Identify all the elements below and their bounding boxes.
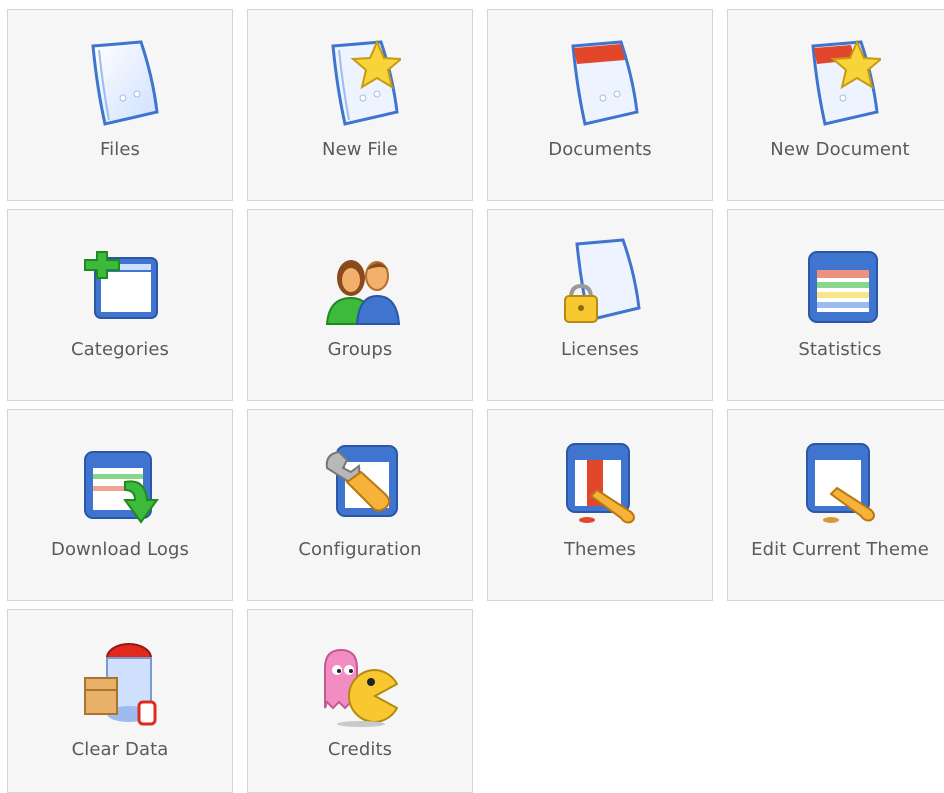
configuration-tile[interactable]: Configuration [247, 409, 473, 601]
documents-tile[interactable]: Documents [487, 9, 713, 201]
tile-label: New Document [770, 139, 910, 160]
tile-label: Themes [563, 539, 637, 560]
licenses-tile[interactable]: Licenses [487, 209, 713, 401]
tile-label: Files [100, 139, 140, 160]
statistics-tile[interactable]: Statistics [727, 209, 944, 401]
edit-theme-icon [801, 438, 881, 528]
new-file-icon [321, 38, 401, 128]
tile-label: Edit Current Theme [751, 539, 929, 560]
credits-tile[interactable]: Credits [247, 609, 473, 793]
new-file-tile[interactable]: New File [247, 9, 473, 201]
tile-label: Statistics [798, 339, 882, 360]
tile-label: Download Logs [50, 539, 190, 560]
statistics-icon [801, 238, 881, 328]
download-logs-icon [81, 438, 161, 528]
new-document-tile[interactable]: New Document [727, 9, 944, 201]
themes-tile[interactable]: Themes [487, 409, 713, 601]
license-icon [561, 238, 641, 328]
tile-label: Licenses [560, 339, 640, 360]
themes-icon [561, 438, 641, 528]
clear-data-icon [81, 638, 161, 728]
tile-label: New File [322, 139, 398, 160]
categories-tile[interactable]: Categories [7, 209, 233, 401]
tile-label: Documents [548, 139, 652, 160]
configuration-icon [321, 438, 401, 528]
file-icon [81, 38, 161, 128]
edit-current-theme-tile[interactable]: Edit Current Theme [727, 409, 944, 601]
credits-icon [321, 638, 401, 728]
control-panel-grid: Files New File Documents New Document Ca… [0, 0, 944, 793]
clear-data-tile[interactable]: Clear Data [7, 609, 233, 793]
tile-label: Categories [70, 339, 170, 360]
tile-label: Configuration [298, 539, 422, 560]
download-logs-tile[interactable]: Download Logs [7, 409, 233, 601]
document-icon [561, 38, 641, 128]
tile-label: Clear Data [71, 739, 169, 760]
groups-tile[interactable]: Groups [247, 209, 473, 401]
new-document-icon [801, 38, 881, 128]
tile-label: Credits [327, 739, 393, 760]
files-tile[interactable]: Files [7, 9, 233, 201]
groups-icon [321, 238, 401, 328]
categories-icon [81, 238, 161, 328]
tile-label: Groups [327, 339, 393, 360]
